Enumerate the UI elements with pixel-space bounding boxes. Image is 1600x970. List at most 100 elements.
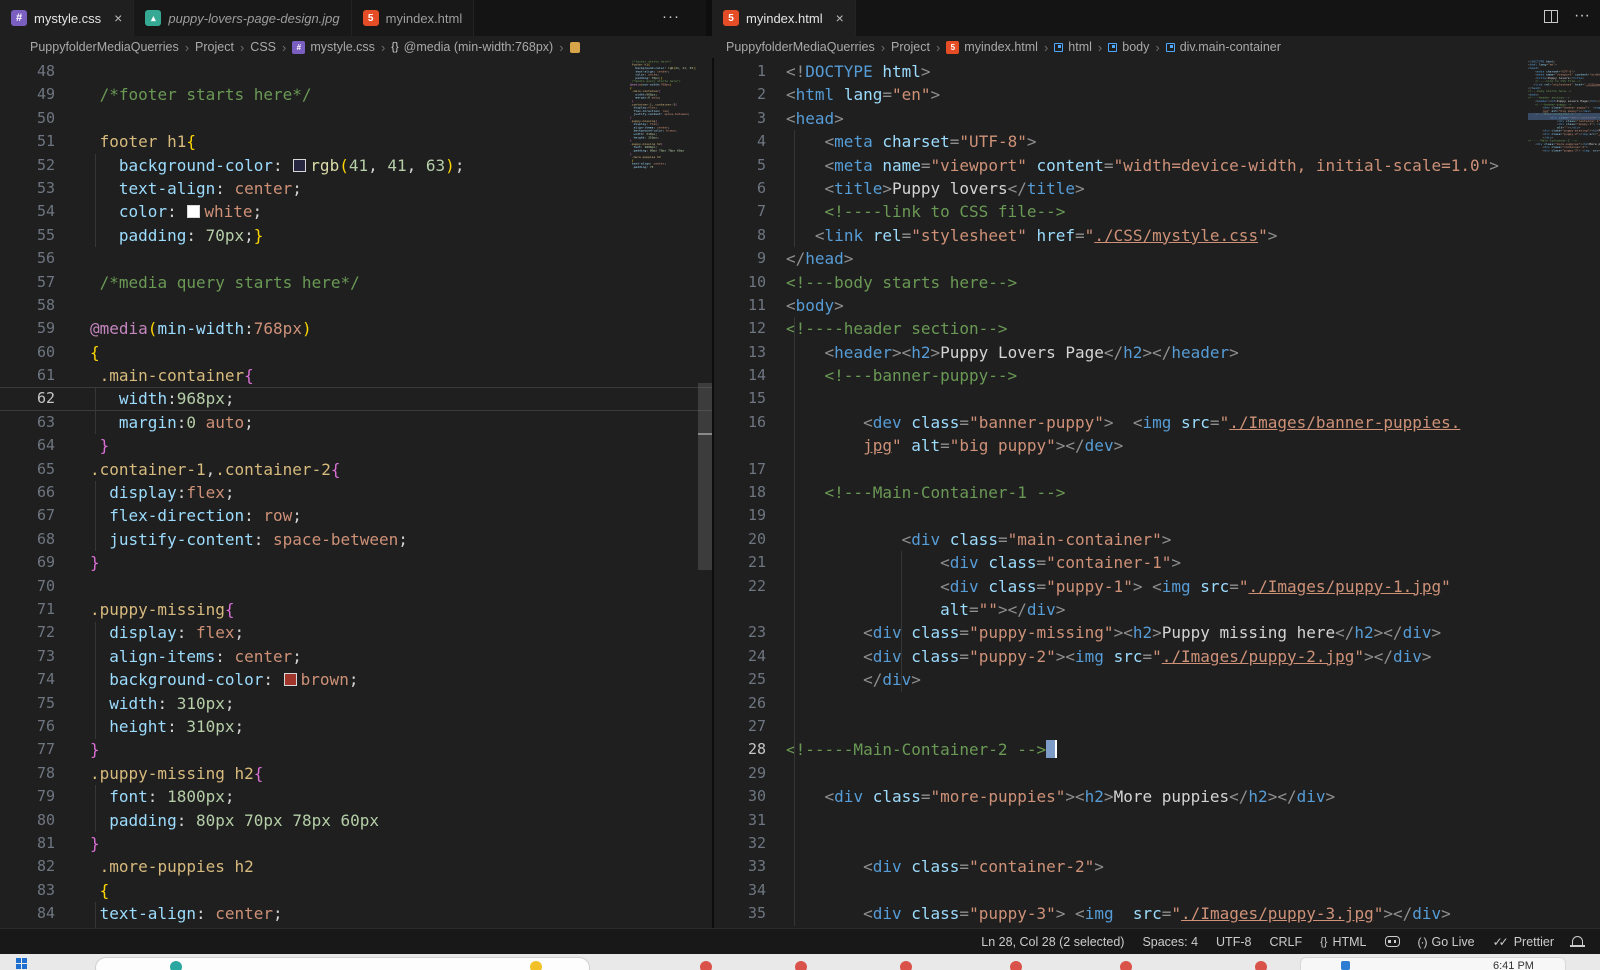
code-row-35[interactable]: 35 <div class="puppy-3"> <img src="./Ima… bbox=[714, 902, 1600, 925]
code-row-3[interactable]: 3<head> bbox=[714, 107, 1600, 130]
code-row-74[interactable]: 74 background-color: brown; bbox=[0, 668, 712, 691]
code-row-83[interactable]: 83 { bbox=[0, 879, 712, 902]
code-row-68[interactable]: 68 justify-content: space-between; bbox=[0, 528, 712, 551]
code-row-22[interactable]: 22 <div class="puppy-1"> <img src="./Ima… bbox=[714, 575, 1600, 598]
code-row-54[interactable]: 54 color: white; bbox=[0, 200, 712, 223]
code-row-20[interactable]: 20 <div class="main-container"> bbox=[714, 528, 1600, 551]
code-row-29[interactable]: 29 bbox=[714, 762, 1600, 785]
code-row-84[interactable]: 84 text-align: center; bbox=[0, 902, 712, 925]
status-item-notifications[interactable] bbox=[1563, 929, 1592, 954]
taskbar-app-icon[interactable] bbox=[795, 961, 807, 970]
taskbar-app-icon[interactable] bbox=[530, 961, 542, 970]
close-icon[interactable]: × bbox=[114, 11, 122, 25]
code-row-67[interactable]: 67 flex-direction: row; bbox=[0, 504, 712, 527]
code-row-wrap[interactable]: jpg" alt="big puppy"></dev> bbox=[714, 434, 1600, 457]
code-row-66[interactable]: 66 display:flex; bbox=[0, 481, 712, 504]
taskbar-clock[interactable]: 6:41 PM bbox=[1493, 960, 1534, 970]
close-icon[interactable]: × bbox=[836, 11, 844, 25]
code-row-13[interactable]: 13 <header><h2>Puppy Lovers Page</h2></h… bbox=[714, 341, 1600, 364]
status-item-prettier[interactable]: ✓✓Prettier bbox=[1484, 929, 1563, 954]
code-row-53[interactable]: 53 text-align: center; bbox=[0, 177, 712, 200]
code-row-33[interactable]: 33 <div class="container-2"> bbox=[714, 855, 1600, 878]
code-row-81[interactable]: 81} bbox=[0, 832, 712, 855]
code-row-9[interactable]: 9</head> bbox=[714, 247, 1600, 270]
tab-puppy-lovers-page-design.jpg[interactable]: puppy-lovers-page-design.jpg bbox=[134, 0, 351, 36]
start-button-icon[interactable] bbox=[16, 958, 27, 969]
code-row-32[interactable]: 32 bbox=[714, 832, 1600, 855]
code-row-71[interactable]: 71.puppy-missing{ bbox=[0, 598, 712, 621]
code-row-31[interactable]: 31 bbox=[714, 809, 1600, 832]
code-row-19[interactable]: 19 bbox=[714, 504, 1600, 527]
code-row-73[interactable]: 73 align-items: center; bbox=[0, 645, 712, 668]
code-row-5[interactable]: 5 <meta name="viewport" content="width=d… bbox=[714, 154, 1600, 177]
code-row-51[interactable]: 51 footer h1{ bbox=[0, 130, 712, 153]
code-row-79[interactable]: 79 font: 1800px; bbox=[0, 785, 712, 808]
split-editor-icon[interactable] bbox=[1544, 10, 1558, 23]
code-row-12[interactable]: 12<!----header section--> bbox=[714, 317, 1600, 340]
code-row-27[interactable]: 27 bbox=[714, 715, 1600, 738]
tab-myindex.html[interactable]: 5myindex.html× bbox=[712, 0, 856, 36]
status-item-language-mode[interactable]: {}HTML bbox=[1311, 929, 1375, 954]
breadcrumb-item-CSS[interactable]: CSS bbox=[250, 40, 276, 54]
code-row-56[interactable]: 56 bbox=[0, 247, 712, 270]
taskbar-tray[interactable]: 6:41 PM bbox=[1300, 957, 1566, 970]
code-row-24[interactable]: 24 <div class="puppy-2"><img src="./Imag… bbox=[714, 645, 1600, 668]
code-row-50[interactable]: 50 bbox=[0, 107, 712, 130]
code-row-60[interactable]: 60{ bbox=[0, 341, 712, 364]
code-row-2[interactable]: 2<html lang="en"> bbox=[714, 83, 1600, 106]
code-row-59[interactable]: 59@media(min-width:768px) bbox=[0, 317, 712, 340]
code-row-70[interactable]: 70 bbox=[0, 575, 712, 598]
breadcrumb-item-PuppyfolderMediaQuerries[interactable]: PuppyfolderMediaQuerries bbox=[726, 40, 875, 54]
breadcrumb-item-Project[interactable]: Project bbox=[891, 40, 930, 54]
code-row-18[interactable]: 18 <!---Main-Container-1 --> bbox=[714, 481, 1600, 504]
code-row-63[interactable]: 63 margin:0 auto; bbox=[0, 411, 712, 434]
editor-myindex-html[interactable]: 1<!DOCTYPE html>2<html lang="en">3<head>… bbox=[712, 58, 1600, 928]
code-row-76[interactable]: 76 height: 310px; bbox=[0, 715, 712, 738]
status-item-cursor-position[interactable]: Ln 28, Col 28 (2 selected) bbox=[972, 929, 1133, 954]
taskbar-app-icon[interactable] bbox=[700, 961, 712, 970]
taskbar-app-icon[interactable] bbox=[1010, 961, 1022, 970]
code-row-61[interactable]: 61 .main-container{ bbox=[0, 364, 712, 387]
status-item-copilot[interactable] bbox=[1376, 929, 1409, 954]
code-row-30[interactable]: 30 <div class="more-puppies"><h2>More pu… bbox=[714, 785, 1600, 808]
breadcrumb-item-Project[interactable]: Project bbox=[195, 40, 234, 54]
tab-mystyle.css[interactable]: #mystyle.css× bbox=[0, 0, 134, 36]
code-row-49[interactable]: 49 /*footer starts here*/ bbox=[0, 83, 712, 106]
code-row-14[interactable]: 14 <!---banner-puppy--> bbox=[714, 364, 1600, 387]
more-tabs-icon[interactable]: ··· bbox=[662, 8, 680, 25]
code-row-82[interactable]: 82 .more-puppies h2 bbox=[0, 855, 712, 878]
breadcrumb-item-mystyle.css[interactable]: #mystyle.css bbox=[292, 40, 375, 54]
code-row-7[interactable]: 7 <!----link to CSS file--> bbox=[714, 200, 1600, 223]
code-row-64[interactable]: 64 } bbox=[0, 434, 712, 457]
code-row-48[interactable]: 48 bbox=[0, 60, 712, 83]
code-row-21[interactable]: 21 <div class="container-1"> bbox=[714, 551, 1600, 574]
taskbar-app-icon[interactable] bbox=[1120, 961, 1132, 970]
code-row-8[interactable]: 8 <link rel="stylesheet" href="./CSS/mys… bbox=[714, 224, 1600, 247]
windows-taskbar[interactable]: 6:41 PM bbox=[0, 954, 1600, 970]
breadcrumb-item-body[interactable]: body bbox=[1108, 40, 1149, 54]
code-row-52[interactable]: 52 background-color: rgb(41, 41, 63); bbox=[0, 154, 712, 177]
code-row-69[interactable]: 69} bbox=[0, 551, 712, 574]
taskbar-app-icon[interactable] bbox=[900, 961, 912, 970]
code-row-65[interactable]: 65.container-1,.container-2{ bbox=[0, 458, 712, 481]
status-item-encoding[interactable]: UTF-8 bbox=[1207, 929, 1260, 954]
code-row-55[interactable]: 55 padding: 70px;} bbox=[0, 224, 712, 247]
code-row-58[interactable]: 58 bbox=[0, 294, 712, 317]
code-row-26[interactable]: 26 bbox=[714, 692, 1600, 715]
more-actions-icon[interactable]: ··· bbox=[1574, 7, 1590, 25]
status-item-indentation[interactable]: Spaces: 4 bbox=[1133, 929, 1207, 954]
code-row-23[interactable]: 23 <div class="puppy-missing"><h2>Puppy … bbox=[714, 621, 1600, 644]
tray-app-icon[interactable] bbox=[1341, 961, 1350, 970]
breadcrumb-item-myindex.html[interactable]: 5myindex.html bbox=[946, 40, 1038, 54]
code-row-75[interactable]: 75 width: 310px; bbox=[0, 692, 712, 715]
code-row-78[interactable]: 78.puppy-missing h2{ bbox=[0, 762, 712, 785]
code-row-17[interactable]: 17 bbox=[714, 458, 1600, 481]
code-row-25[interactable]: 25 </div> bbox=[714, 668, 1600, 691]
code-row-80[interactable]: 80 padding: 80px 70px 78px 60px bbox=[0, 809, 712, 832]
taskbar-app-icon[interactable] bbox=[1255, 961, 1267, 970]
editor-mystyle-css[interactable]: 4849 /*footer starts here*/5051 footer h… bbox=[0, 58, 712, 928]
code-row-11[interactable]: 11<body> bbox=[714, 294, 1600, 317]
scrollbar-thumb[interactable] bbox=[698, 383, 712, 570]
code-row-1[interactable]: 1<!DOCTYPE html> bbox=[714, 60, 1600, 83]
code-row-34[interactable]: 34 bbox=[714, 879, 1600, 902]
